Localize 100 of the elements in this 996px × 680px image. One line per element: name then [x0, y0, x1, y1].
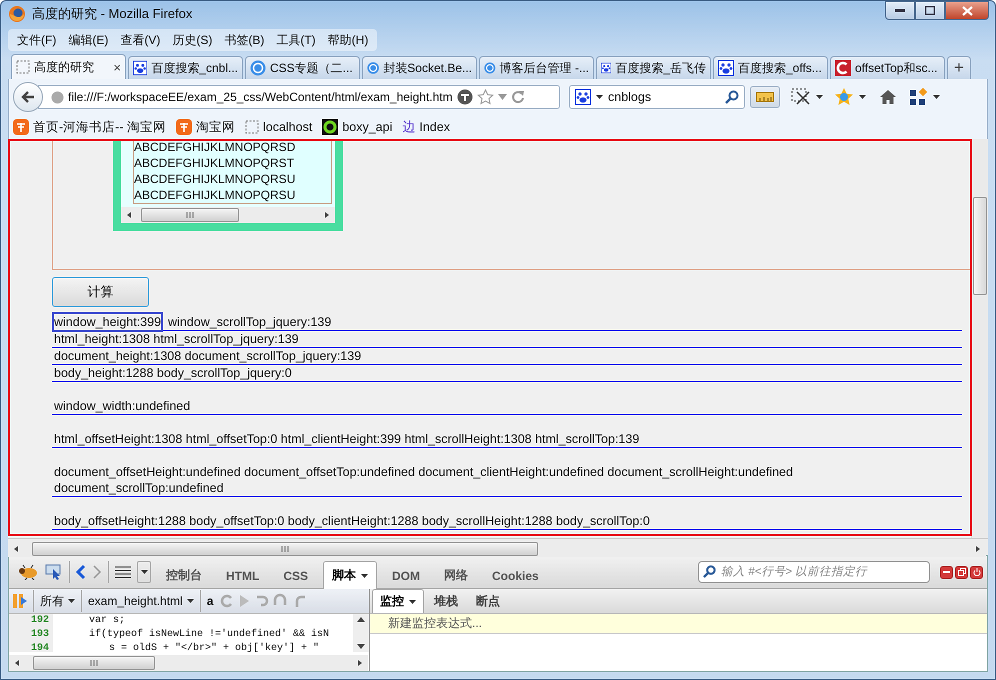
- browser-tab[interactable]: offsetTop和sc...: [830, 56, 945, 79]
- smiley-star-icon[interactable]: [834, 87, 854, 107]
- output-text: document_offsetHeight:undefined document_offsetTop:undefined document_clientHeight:undefined document_scrollHeight:undefined document_scrollTop:undefined: [53, 464, 794, 497]
- menu-item[interactable]: 文件(F): [12, 30, 62, 50]
- reader-icon[interactable]: [456, 89, 473, 105]
- favicon-icon: 边: [402, 118, 416, 136]
- paw-icon: [133, 60, 148, 76]
- browser-tab[interactable]: 博客后台管理 -...: [479, 56, 594, 79]
- panel-tab[interactable]: HTML: [217, 562, 268, 588]
- scroll-left-icon[interactable]: [13, 659, 21, 667]
- address-field[interactable]: file:///F:/workspaceEE/exam_25_css/WebContent/html/exam_height.htm: [38, 85, 560, 109]
- maximize-button[interactable]: [915, 1, 945, 20]
- tiles-icon[interactable]: [910, 88, 928, 106]
- scroll-up-icon[interactable]: [357, 617, 365, 622]
- scroll-left-icon[interactable]: [12, 544, 20, 552]
- panel-tab[interactable]: 网络: [435, 561, 478, 589]
- scroll-left-icon[interactable]: [125, 211, 133, 220]
- reload-icon[interactable]: [510, 90, 525, 104]
- side-panel-tab[interactable]: 堆栈: [426, 589, 466, 613]
- new-watch-expression[interactable]: 新建监控表达式...: [370, 614, 987, 634]
- scroll-right-icon[interactable]: [974, 544, 982, 552]
- vertical-scrollbar[interactable]: [353, 614, 369, 652]
- search-field[interactable]: cnblogs: [569, 85, 745, 109]
- globe-icon: [51, 90, 64, 104]
- ruler-button[interactable]: [750, 86, 780, 108]
- browser-tab[interactable]: 高度的研究 ×: [11, 54, 126, 79]
- horizontal-scrollbar[interactable]: [9, 655, 368, 671]
- dropdown-icon: [933, 95, 940, 99]
- panel-tab[interactable]: 控制台: [157, 561, 211, 589]
- horizontal-scrollbar[interactable]: [121, 207, 335, 223]
- line-number: 194: [9, 642, 53, 652]
- scroll-right-icon[interactable]: [323, 211, 331, 220]
- bug-icon[interactable]: [17, 564, 39, 580]
- star-icon[interactable]: [476, 89, 494, 105]
- minimize-button[interactable]: [940, 566, 953, 578]
- inspect-pointer-icon[interactable]: [45, 564, 63, 580]
- bookmark-link[interactable]: localhost: [244, 120, 312, 134]
- menu-item[interactable]: 查看(V): [115, 30, 166, 50]
- panel-tab[interactable]: DOM: [383, 562, 430, 588]
- tab-close-button[interactable]: ×: [113, 60, 121, 74]
- detach-button[interactable]: [955, 566, 968, 578]
- menu-item[interactable]: 编辑(E): [63, 30, 114, 50]
- side-panel-tab[interactable]: 监控: [372, 589, 424, 613]
- side-panel-tab[interactable]: 断点: [468, 589, 508, 613]
- bookmark-link[interactable]: 边 Index: [402, 118, 450, 136]
- output-text: body_height:1288 body_scrollTop_jquery:0: [53, 365, 293, 382]
- grip-icon: [281, 546, 289, 552]
- go-to-line-field[interactable]: 输入 #<行号> 以前往指定行: [698, 561, 930, 583]
- panel-menu-button[interactable]: [137, 561, 151, 583]
- scrollbar-thumb[interactable]: [141, 208, 239, 222]
- browser-tab[interactable]: 百度搜索_cnbl...: [128, 56, 243, 79]
- break-toggle[interactable]: a: [206, 594, 214, 608]
- caret-icon: [186, 599, 194, 603]
- blank-page-icon: [244, 120, 259, 134]
- scrollbar-thumb[interactable]: [33, 656, 155, 670]
- text-block: ABCDEFGHIJKLMNOPQRSD ABCDEFGHIJKLMNOPQRST ABCDEFGHIJKLMNOPQRSU ABCDEFGHIJKLMNOPQRSU: [133, 139, 332, 204]
- bookmark-link[interactable]: boxy_api: [322, 119, 392, 135]
- browser-tab[interactable]: 百度搜索_offs...: [713, 56, 828, 79]
- panel-tab[interactable]: Cookies: [483, 562, 548, 588]
- close-button[interactable]: [945, 1, 989, 20]
- caret-icon: [140, 570, 148, 574]
- filter-dropdown[interactable]: 所有: [40, 592, 75, 610]
- menu-icon[interactable]: [115, 566, 131, 578]
- back-button[interactable]: [13, 82, 43, 112]
- round-logo-icon: [367, 60, 380, 76]
- vertical-scrollbar[interactable]: [971, 139, 988, 538]
- scissors-icon[interactable]: [791, 88, 811, 106]
- minimize-button[interactable]: [885, 1, 915, 20]
- paw-icon: [601, 60, 612, 76]
- window-title: 高度的研究 - Mozilla Firefox: [32, 5, 192, 23]
- browser-tab[interactable]: 封装Socket.Be...: [362, 56, 477, 79]
- browser-tab[interactable]: 百度搜索_岳飞传: [596, 56, 711, 79]
- bookmark-link[interactable]: 淘宝网: [176, 118, 235, 136]
- panel-tab[interactable]: 脚本: [323, 561, 378, 589]
- search-icon[interactable]: [725, 90, 739, 104]
- browser-tab[interactable]: CSS专题（二...: [245, 56, 360, 79]
- calculate-button[interactable]: 计算: [52, 277, 149, 307]
- grip-icon: [186, 212, 194, 218]
- panel-tab[interactable]: CSS: [274, 562, 318, 588]
- menu-item[interactable]: 历史(S): [167, 30, 218, 50]
- horizontal-scrollbar[interactable]: [8, 540, 986, 556]
- dropdown-icon[interactable]: [498, 94, 507, 100]
- bookmark-link[interactable]: 首页-河海书店-- 淘宝网: [13, 118, 166, 136]
- menu-item[interactable]: 书签(B): [219, 30, 270, 50]
- home-icon[interactable]: [879, 89, 897, 105]
- scroll-down-icon[interactable]: [357, 644, 365, 649]
- output-text: window_scrollTop_jquery:139: [167, 314, 332, 331]
- letter-c-logo-icon: [835, 60, 851, 76]
- scrollbar-thumb[interactable]: [32, 542, 538, 556]
- menu-item[interactable]: 工具(T): [271, 30, 321, 50]
- output-text: window_width:undefined: [53, 398, 192, 415]
- scroll-right-icon[interactable]: [356, 659, 364, 667]
- menu-item[interactable]: 帮助(H): [322, 30, 374, 50]
- pause-icon[interactable]: [13, 593, 27, 609]
- power-button[interactable]: [970, 566, 983, 578]
- output-text: html_offsetHeight:1308 html_offsetTop:0 html_clientHeight:399 html_scrollHeight:1308 html_scrollTop:139: [53, 431, 640, 448]
- file-dropdown[interactable]: exam_height.html: [88, 594, 194, 608]
- new-tab-button[interactable]: +: [947, 56, 971, 79]
- shop-logo-icon: [13, 119, 29, 135]
- paw-icon: [575, 89, 591, 105]
